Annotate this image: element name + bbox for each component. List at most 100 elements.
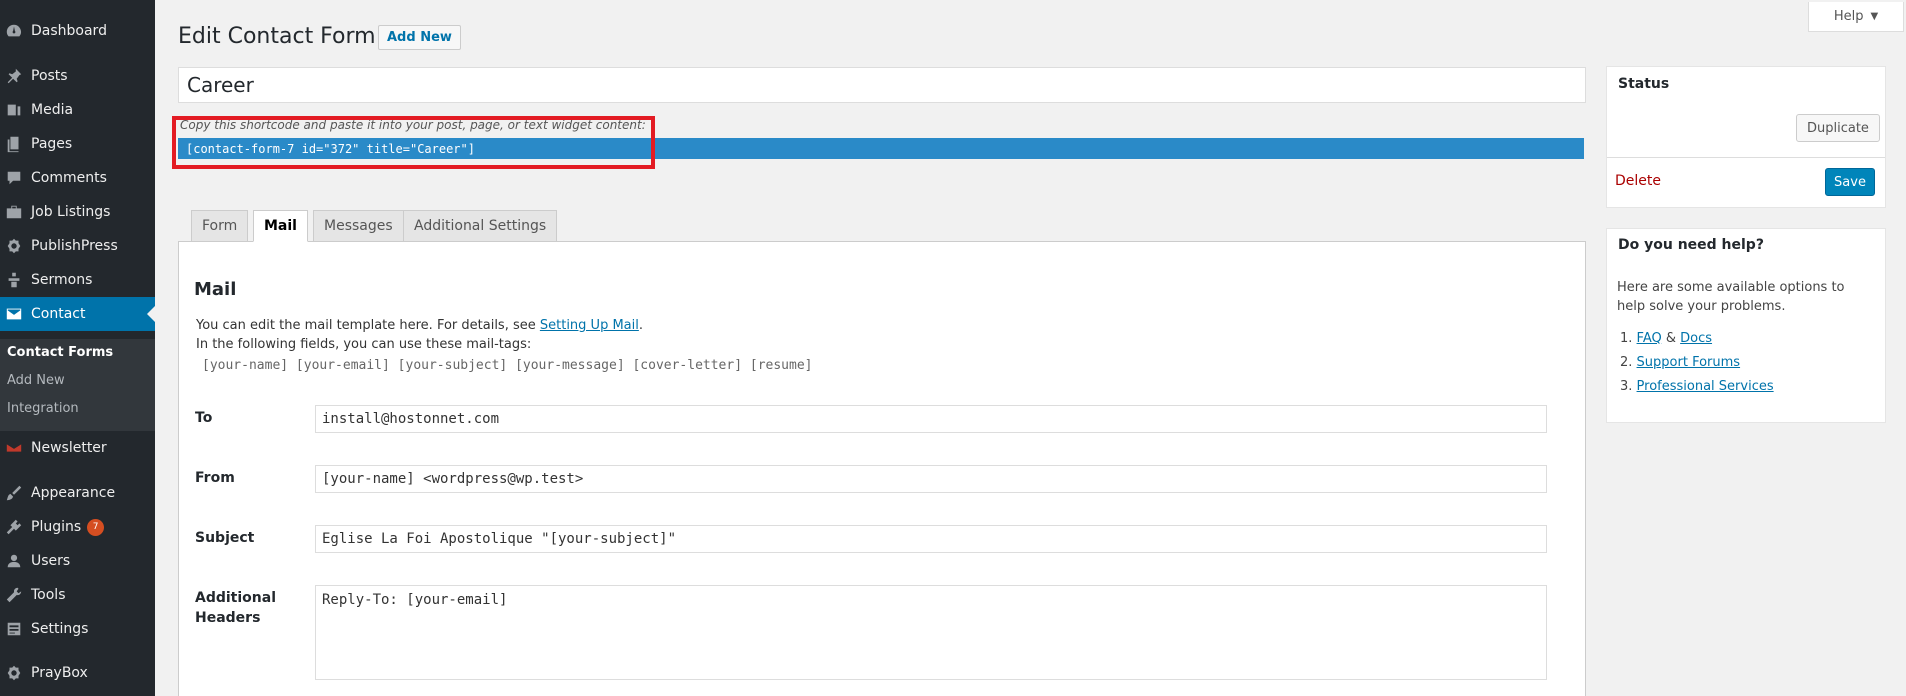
gear-icon — [3, 236, 25, 256]
pages-icon — [3, 134, 25, 154]
list-item: 1. FAQ & Docs — [1620, 329, 1774, 353]
faq-link[interactable]: FAQ — [1637, 331, 1662, 346]
menu-label: Users — [31, 553, 71, 569]
plugin-icon — [3, 517, 25, 537]
menu-item-media[interactable]: Media — [0, 93, 155, 127]
menu-item-sermons[interactable]: Sermons — [0, 263, 155, 297]
help-links-list: 1. FAQ & Docs 2. Support Forums 3. Profe… — [1620, 329, 1774, 401]
submenu-add-new[interactable]: Add New — [7, 373, 65, 388]
media-icon — [3, 100, 25, 120]
menu-item-settings[interactable]: Settings — [0, 612, 155, 646]
submenu-contact-forms[interactable]: Contact Forms — [7, 345, 113, 360]
headers-label-line-2: Headers — [195, 610, 261, 626]
list-number: 3. — [1620, 379, 1633, 394]
add-new-button[interactable]: Add New — [378, 25, 461, 50]
mail-tags-intro: In the following fields, you can use the… — [196, 337, 532, 352]
shortcode-highlight-box — [172, 116, 655, 169]
menu-label: Tools — [31, 587, 66, 603]
mail-description-text: You can edit the mail template here. For… — [196, 318, 540, 333]
contact-submenu: Contact Forms Add New Integration — [0, 339, 155, 431]
menu-label: Plugins — [31, 519, 82, 535]
podium-icon — [3, 270, 25, 290]
user-icon — [3, 551, 25, 571]
chevron-down-icon: ▼ — [1870, 11, 1879, 22]
from-label: From — [195, 470, 235, 486]
help-box-title: Do you need help? — [1618, 237, 1764, 253]
to-label: To — [195, 410, 213, 426]
briefcase-icon — [3, 202, 25, 222]
menu-label: Pages — [31, 136, 73, 152]
menu-item-newsletter[interactable]: Newsletter — [0, 431, 155, 465]
additional-headers-field[interactable]: Reply-To: [your-email] — [315, 585, 1547, 680]
newsletter-icon — [3, 438, 25, 458]
mail-description: You can edit the mail template here. For… — [196, 318, 643, 333]
headers-label-line-1: Additional — [195, 590, 276, 606]
menu-item-contact[interactable]: Contact — [0, 297, 155, 331]
subject-field[interactable]: Eglise La Foi Apostolique "[your-subject… — [315, 525, 1547, 553]
status-divider — [1607, 157, 1885, 158]
tab-additional-settings[interactable]: Additional Settings — [403, 210, 558, 242]
menu-item-publishpress[interactable]: PublishPress — [0, 229, 155, 263]
additional-headers-label: Additional Headers — [195, 588, 276, 628]
menu-label: Job Listings — [31, 204, 111, 220]
save-button[interactable]: Save — [1825, 168, 1875, 196]
docs-link[interactable]: Docs — [1680, 331, 1712, 346]
menu-item-praybox[interactable]: PrayBox — [0, 656, 155, 690]
menu-item-comments[interactable]: Comments — [0, 161, 155, 195]
link-separator: & — [1661, 331, 1681, 346]
tab-form[interactable]: Form — [191, 210, 249, 242]
mail-tags-list: [your-name] [your-email] [your-subject] … — [202, 358, 813, 373]
subject-label: Subject — [195, 530, 255, 546]
menu-label: Settings — [31, 621, 89, 637]
form-title-input[interactable]: Career — [178, 67, 1586, 103]
list-number: 1. — [1620, 331, 1633, 346]
brush-icon — [3, 483, 25, 503]
dashboard-icon — [3, 21, 25, 41]
menu-item-tools[interactable]: Tools — [0, 578, 155, 612]
menu-item-dashboard[interactable]: Dashboard — [0, 14, 155, 48]
menu-label: Comments — [31, 170, 107, 186]
setting-up-mail-link[interactable]: Setting Up Mail — [540, 318, 639, 333]
menu-label: PublishPress — [31, 238, 118, 254]
list-item: 3. Professional Services — [1620, 377, 1774, 401]
professional-services-link[interactable]: Professional Services — [1637, 379, 1774, 394]
delete-link[interactable]: Delete — [1615, 173, 1661, 189]
tab-mail[interactable]: Mail — [253, 210, 308, 242]
from-field[interactable]: [your-name] <wordpress@wp.test> — [315, 465, 1547, 493]
menu-label: Newsletter — [31, 440, 107, 456]
menu-item-users[interactable]: Users — [0, 544, 155, 578]
menu-item-pages[interactable]: Pages — [0, 127, 155, 161]
to-field[interactable]: install@hostonnet.com — [315, 405, 1547, 433]
menu-item-job-listings[interactable]: Job Listings — [0, 195, 155, 229]
settings-icon — [3, 619, 25, 639]
menu-label: PrayBox — [31, 665, 88, 681]
status-title: Status — [1618, 76, 1670, 92]
menu-label: Appearance — [31, 485, 116, 501]
menu-item-plugins[interactable]: Plugins 7 — [0, 510, 155, 544]
help-tab[interactable]: Help ▼ — [1808, 2, 1904, 32]
tab-messages[interactable]: Messages — [313, 210, 404, 242]
page-title: Edit Contact Form — [178, 24, 376, 49]
admin-sidebar: Dashboard Posts Media Pages Comments Job… — [0, 0, 155, 696]
menu-label: Media — [31, 102, 74, 118]
wrench-icon — [3, 585, 25, 605]
help-label: Help — [1833, 9, 1864, 24]
menu-label: Sermons — [31, 272, 93, 288]
gear-icon — [3, 663, 25, 683]
envelope-icon — [3, 304, 25, 324]
support-forums-link[interactable]: Support Forums — [1637, 355, 1741, 370]
list-number: 2. — [1620, 355, 1633, 370]
pin-icon — [3, 66, 25, 86]
menu-label: Dashboard — [31, 23, 107, 39]
duplicate-button[interactable]: Duplicate — [1796, 114, 1880, 142]
mail-description-end: . — [638, 318, 644, 333]
help-box-text: Here are some available options to help … — [1617, 280, 1845, 314]
update-count-badge: 7 — [87, 518, 105, 536]
menu-item-posts[interactable]: Posts — [0, 59, 155, 93]
list-item: 2. Support Forums — [1620, 353, 1774, 377]
menu-label: Contact — [31, 306, 86, 322]
submenu-integration[interactable]: Integration — [7, 401, 79, 416]
menu-label: Posts — [31, 68, 68, 84]
menu-item-appearance[interactable]: Appearance — [0, 476, 155, 510]
comment-icon — [3, 168, 25, 188]
